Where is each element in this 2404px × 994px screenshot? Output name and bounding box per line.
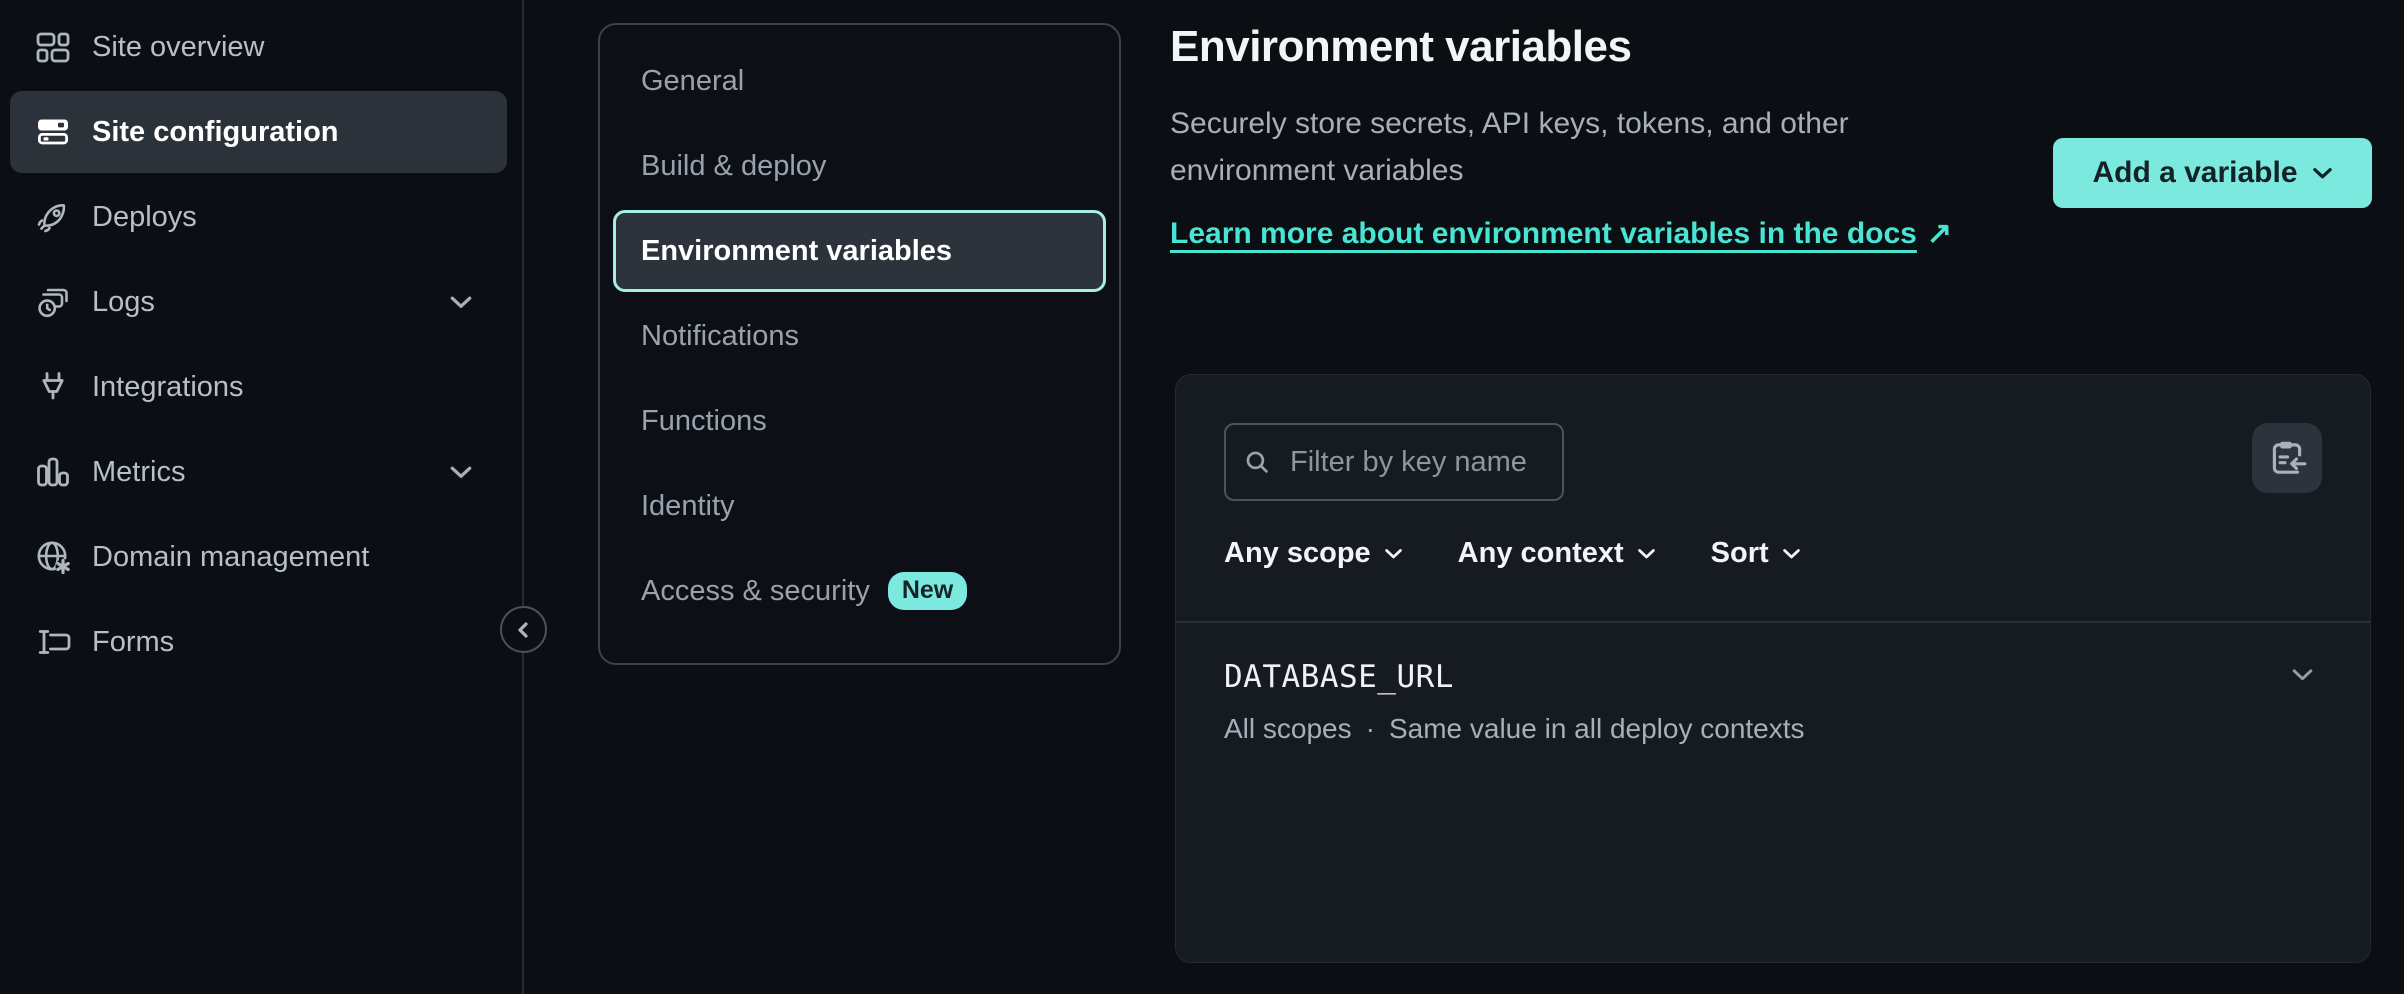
page-description: Securely store secrets, API keys, tokens… (1170, 100, 1960, 194)
server-stack-icon (33, 112, 73, 152)
env-var-contexts: Same value in all deploy contexts (1389, 713, 1805, 745)
filter-search (1224, 423, 1564, 501)
chevron-down-icon (449, 294, 473, 310)
add-variable-label: Add a variable (2092, 156, 2297, 190)
chevron-down-icon (1384, 547, 1403, 560)
env-var-scopes: All scopes (1224, 713, 1352, 745)
variables-panel: Any scope Any context Sort (1175, 374, 2371, 963)
settings-nav-label: Functions (641, 405, 767, 438)
filter-row: Any scope Any context Sort (1224, 537, 1801, 570)
add-variable-button[interactable]: Add a variable (2053, 138, 2372, 208)
env-var-key: DATABASE_URL (1224, 659, 2322, 695)
settings-nav-label: Environment variables (641, 235, 952, 268)
sidebar-item-label: Integrations (92, 371, 244, 404)
sidebar-item-logs[interactable]: Logs (10, 261, 507, 343)
sidebar-item-label: Site overview (92, 31, 264, 64)
sidebar-item-domain-management[interactable]: Domain management (10, 516, 507, 598)
settings-nav-label: Notifications (641, 320, 799, 353)
settings-nav-item-functions[interactable]: Functions (613, 380, 1106, 462)
globe-icon (33, 537, 73, 577)
sidebar-item-label: Site configuration (92, 116, 339, 149)
context-filter-label: Any context (1458, 537, 1624, 570)
settings-nav-label: Build & deploy (641, 150, 826, 183)
clipboard-import-icon (2266, 437, 2308, 479)
scope-filter-dropdown[interactable]: Any scope (1224, 537, 1403, 570)
sidebar-item-label: Logs (92, 286, 155, 319)
sidebar-item-integrations[interactable]: Integrations (10, 346, 507, 428)
sidebar: Site overview Site configuration (0, 0, 522, 994)
rocket-icon (33, 197, 73, 237)
settings-nav-label: Access & security (641, 575, 870, 608)
sidebar-divider (522, 0, 524, 994)
chevron-down-icon (2312, 166, 2333, 180)
settings-nav-item-build-deploy[interactable]: Build & deploy (613, 125, 1106, 207)
docs-link-text: Learn more about environment variables i… (1170, 217, 1917, 250)
chevron-left-icon (513, 619, 535, 641)
env-var-row[interactable]: DATABASE_URL All scopes · Same value in … (1176, 623, 2370, 781)
settings-nav-item-identity[interactable]: Identity (613, 465, 1106, 547)
dashboard-icon (33, 27, 73, 67)
env-var-meta: All scopes · Same value in all deploy co… (1224, 713, 2322, 745)
settings-nav-label: General (641, 65, 744, 98)
bar-chart-icon (33, 452, 73, 492)
sidebar-item-site-configuration[interactable]: Site configuration (10, 91, 507, 173)
plug-icon (33, 367, 73, 407)
chevron-down-icon (1637, 547, 1656, 560)
settings-nav-item-access-security[interactable]: Access & security New (613, 550, 1106, 632)
sidebar-collapse-button[interactable] (500, 606, 547, 653)
settings-nav-item-notifications[interactable]: Notifications (613, 295, 1106, 377)
external-link-arrow-icon: ↗ (1927, 217, 1952, 250)
settings-nav-label: Identity (641, 490, 735, 523)
settings-nav: General Build & deploy Environment varia… (598, 23, 1121, 665)
page-title: Environment variables (1170, 22, 1631, 72)
chevron-down-icon (1782, 547, 1801, 560)
sort-label: Sort (1711, 537, 1769, 570)
main-content: Environment variables Securely store sec… (1170, 0, 2372, 994)
import-env-button[interactable] (2252, 423, 2322, 493)
sidebar-item-forms[interactable]: Forms (10, 601, 507, 683)
sidebar-item-label: Forms (92, 626, 174, 659)
scope-filter-label: Any scope (1224, 537, 1371, 570)
settings-nav-item-general[interactable]: General (613, 40, 1106, 122)
sidebar-item-deploys[interactable]: Deploys (10, 176, 507, 258)
meta-separator: · (1366, 713, 1375, 745)
sidebar-item-label: Deploys (92, 201, 197, 234)
sidebar-item-label: Domain management (92, 541, 369, 574)
chevron-down-icon (449, 464, 473, 480)
input-cursor-icon (33, 622, 73, 662)
site-settings-page: Site overview Site configuration (0, 0, 2404, 994)
sidebar-item-metrics[interactable]: Metrics (10, 431, 507, 513)
sidebar-item-label: Metrics (92, 456, 185, 489)
chevron-down-icon (2291, 667, 2314, 682)
docs-link[interactable]: Learn more about environment variables i… (1170, 210, 1960, 257)
logs-clock-icon (33, 282, 73, 322)
context-filter-dropdown[interactable]: Any context (1458, 537, 1656, 570)
sort-dropdown[interactable]: Sort (1711, 537, 1801, 570)
filter-key-input[interactable] (1224, 423, 1564, 501)
new-badge: New (888, 572, 967, 611)
sidebar-item-site-overview[interactable]: Site overview (10, 6, 507, 88)
settings-nav-item-environment-variables[interactable]: Environment variables (613, 210, 1106, 292)
